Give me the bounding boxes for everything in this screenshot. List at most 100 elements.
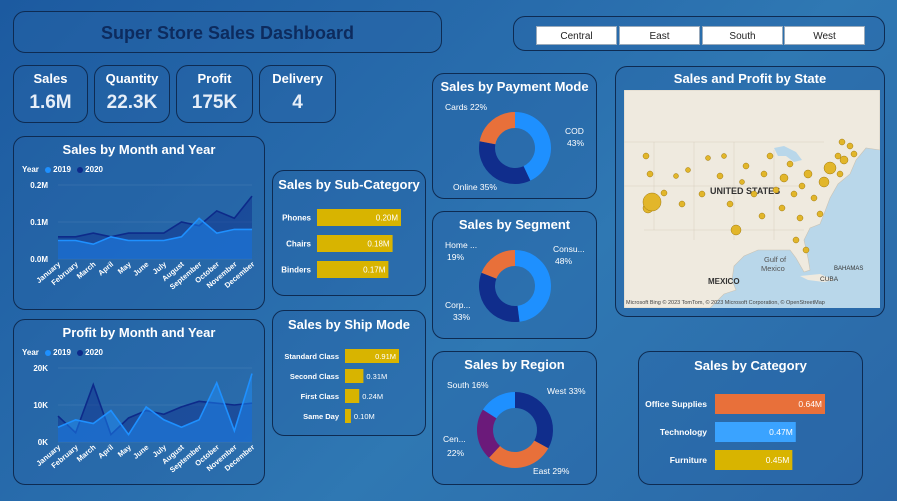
y-tick-label: 0.0M	[30, 255, 48, 264]
map-bubble[interactable]	[750, 190, 758, 198]
bar-value-label: 0.10M	[354, 412, 375, 421]
donut-slice	[514, 112, 551, 181]
map-bubble[interactable]	[836, 170, 844, 178]
donut-label: South 16%	[447, 380, 489, 390]
kpi-value: 175K	[191, 92, 238, 113]
x-tick-label: March	[75, 259, 98, 280]
map-bubble[interactable]	[642, 192, 662, 212]
region-slicer: Central East South West	[513, 16, 885, 51]
map-bubble[interactable]	[678, 200, 686, 208]
map-bubble[interactable]	[705, 155, 711, 161]
profit-month-title: Profit by Month and Year	[62, 325, 216, 340]
map-bubble[interactable]	[758, 212, 766, 220]
subcategory-title: Sales by Sub-Category	[278, 177, 420, 192]
donut-slice	[482, 392, 516, 419]
page-title: Super Store Sales Dashboard	[100, 23, 355, 43]
map-bubble[interactable]	[796, 214, 804, 222]
bar-value-label: 0.24M	[362, 392, 383, 401]
us-map[interactable]: UNITED STATES MEXICO Gulf of Mexico CUBA…	[624, 90, 880, 308]
map-bubble[interactable]	[834, 152, 842, 160]
map-bubble[interactable]	[818, 176, 830, 188]
payment-panel: Sales by Payment Mode Cards 22% COD 43% Onl…	[432, 73, 597, 199]
map-bubble[interactable]	[823, 161, 837, 175]
map-bubble[interactable]	[838, 138, 846, 146]
bar-category-label: Furniture	[670, 455, 708, 465]
title-panel: Super Store Sales Dashboard	[13, 11, 442, 53]
donut-slice	[481, 250, 516, 280]
bar-category-label: Technology	[660, 427, 707, 437]
x-tick-label: June	[131, 260, 150, 278]
map-bubble[interactable]	[846, 142, 854, 150]
bar	[345, 409, 351, 423]
map-bubble[interactable]	[716, 172, 724, 180]
map-bubble[interactable]	[850, 150, 858, 158]
map-bubble[interactable]	[698, 190, 706, 198]
kpi-value: 4	[292, 92, 303, 113]
kpi-label: Delivery	[272, 71, 323, 86]
category-panel: Sales by Category Office Supplies 0.64M Te…	[638, 351, 863, 485]
map-bubble[interactable]	[792, 236, 800, 244]
map-bubble[interactable]	[772, 186, 780, 194]
map-country-label: UNITED STATES	[710, 186, 780, 196]
map-bubble[interactable]	[839, 155, 849, 165]
subcategory-chart: Phones 0.20M Chairs 0.18M Binders 0.17M	[281, 209, 401, 278]
shipmode-panel: Sales by Ship Mode Standard Class 0.91M Se…	[272, 310, 426, 436]
map-bubble[interactable]	[810, 194, 818, 202]
kpi-card-delivery: Delivery 4	[259, 65, 336, 123]
map-bubble[interactable]	[742, 162, 750, 170]
region-button-south[interactable]: South	[702, 26, 783, 45]
region-button-central[interactable]: Central	[536, 26, 617, 45]
segment-panel: Sales by Segment Home ... 19% Consu... 48% C…	[432, 211, 597, 339]
bar-value-label: 0.45M	[766, 455, 790, 465]
category-chart: Office Supplies 0.64M Technology 0.47M Furni…	[645, 394, 825, 470]
kpi-card-quantity: Quantity 22.3K	[94, 65, 170, 123]
map-bubble[interactable]	[673, 173, 679, 179]
map-bubble[interactable]	[798, 182, 806, 190]
bar-category-label: Binders	[281, 266, 311, 275]
profit-month-chart: 0K10K20KJanuaryFebruaryMarchApril MayJune…	[33, 364, 256, 474]
donut-label: East 29%	[533, 466, 570, 476]
donut-label: Cen...	[443, 434, 466, 444]
map-bubble[interactable]	[642, 152, 650, 160]
kpi-label: Sales	[33, 71, 68, 86]
map-bubble[interactable]	[685, 167, 691, 173]
map-bubble[interactable]	[803, 169, 813, 179]
map-bubble[interactable]	[766, 152, 774, 160]
segment-title: Sales by Segment	[458, 217, 571, 232]
map-bubble[interactable]	[726, 200, 734, 208]
map-bubble[interactable]	[739, 179, 745, 185]
map-bubble[interactable]	[660, 189, 668, 197]
map-bubble[interactable]	[730, 224, 742, 236]
map-bubble[interactable]	[721, 153, 727, 159]
map-bubble[interactable]	[790, 190, 798, 198]
map-mexico-label: MEXICO	[708, 277, 740, 286]
donut-label: Consu...	[553, 244, 585, 254]
shipmode-chart: Standard Class 0.91M Second Class 0.31M Firs…	[284, 349, 399, 423]
map-bubble[interactable]	[760, 170, 768, 178]
y-tick-label: 10K	[33, 401, 48, 410]
region-button-west[interactable]: West	[784, 26, 865, 45]
donut-label: Corp...	[445, 300, 471, 310]
map-bubble[interactable]	[786, 160, 794, 168]
map-bubble[interactable]	[646, 170, 654, 178]
map-bubble[interactable]	[778, 204, 786, 212]
donut-label: Cards 22%	[445, 102, 487, 112]
profit-month-panel: Profit by Month and Year Year 2019 2020 …	[13, 319, 265, 485]
donut-label: Home ...	[445, 240, 477, 250]
sales-month-title: Sales by Month and Year	[62, 142, 216, 157]
x-tick-label: May	[116, 259, 134, 276]
map-bubble[interactable]	[779, 173, 789, 183]
region-donut-chart: South 16% West 33% Cen... 22% East 29%	[443, 380, 586, 476]
bar-category-label: Standard Class	[284, 352, 339, 361]
donut-slice	[514, 392, 553, 449]
x-tick-label: June	[131, 443, 150, 461]
map-bubble[interactable]	[802, 246, 810, 254]
donut-slice	[479, 112, 516, 145]
region-button-east[interactable]: East	[619, 26, 700, 45]
shipmode-title: Sales by Ship Mode	[287, 317, 411, 332]
map-bubble[interactable]	[816, 210, 824, 218]
donut-slice	[477, 409, 501, 458]
payment-title: Sales by Payment Mode	[440, 79, 589, 94]
bar-value-label: 0.20M	[376, 214, 399, 223]
donut-label: 33%	[453, 312, 470, 322]
